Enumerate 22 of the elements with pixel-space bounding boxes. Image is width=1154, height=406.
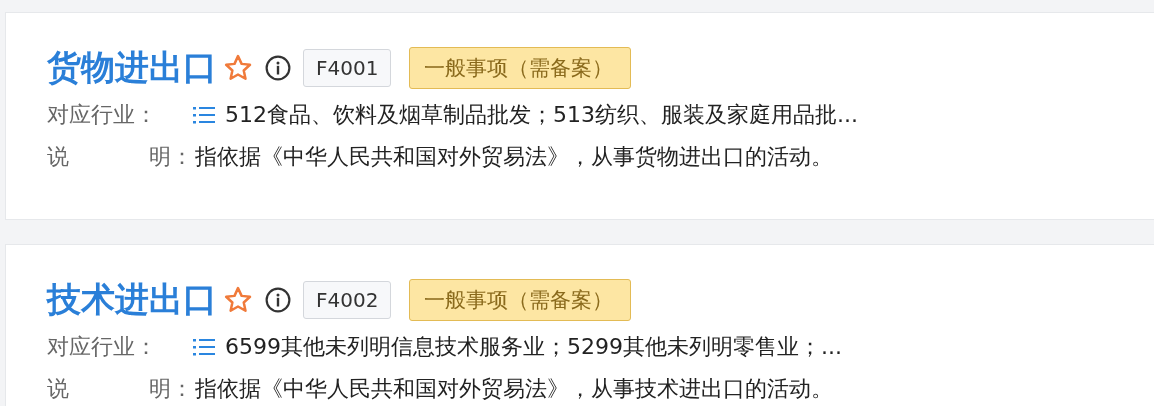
field-label: 明： bbox=[149, 143, 193, 171]
description-text: 指依据《中华人民共和国对外贸易法》，从事技术进出口的活动。 bbox=[195, 375, 833, 403]
field-label: 对应行业： bbox=[47, 101, 158, 129]
info-icon[interactable] bbox=[265, 287, 291, 313]
field-label: 说 bbox=[47, 375, 69, 403]
industry-text: 512食品、饮料及烟草制品批发；513纺织、服装及家庭用品批... bbox=[225, 101, 858, 129]
field-label: 说 bbox=[47, 143, 69, 171]
code-badge: F4001 bbox=[303, 49, 392, 87]
star-icon[interactable] bbox=[223, 285, 253, 315]
field-label: 对应行业： bbox=[47, 333, 158, 361]
description-text: 指依据《中华人民共和国对外贸易法》，从事货物进出口的活动。 bbox=[195, 143, 833, 171]
category-tag: 一般事项（需备案） bbox=[409, 279, 632, 321]
item-title[interactable]: 技术进出口 bbox=[47, 277, 217, 323]
info-icon[interactable] bbox=[265, 55, 291, 81]
code-badge: F4002 bbox=[303, 281, 392, 319]
list-icon[interactable] bbox=[193, 106, 215, 124]
field-label: 明： bbox=[149, 375, 193, 403]
industry-text: 6599其他未列明信息技术服务业；5299其他未列明零售业；... bbox=[225, 333, 842, 361]
item-title[interactable]: 货物进出口 bbox=[47, 45, 217, 91]
star-icon[interactable] bbox=[223, 53, 253, 83]
category-tag: 一般事项（需备案） bbox=[409, 47, 632, 89]
list-icon[interactable] bbox=[193, 338, 215, 356]
